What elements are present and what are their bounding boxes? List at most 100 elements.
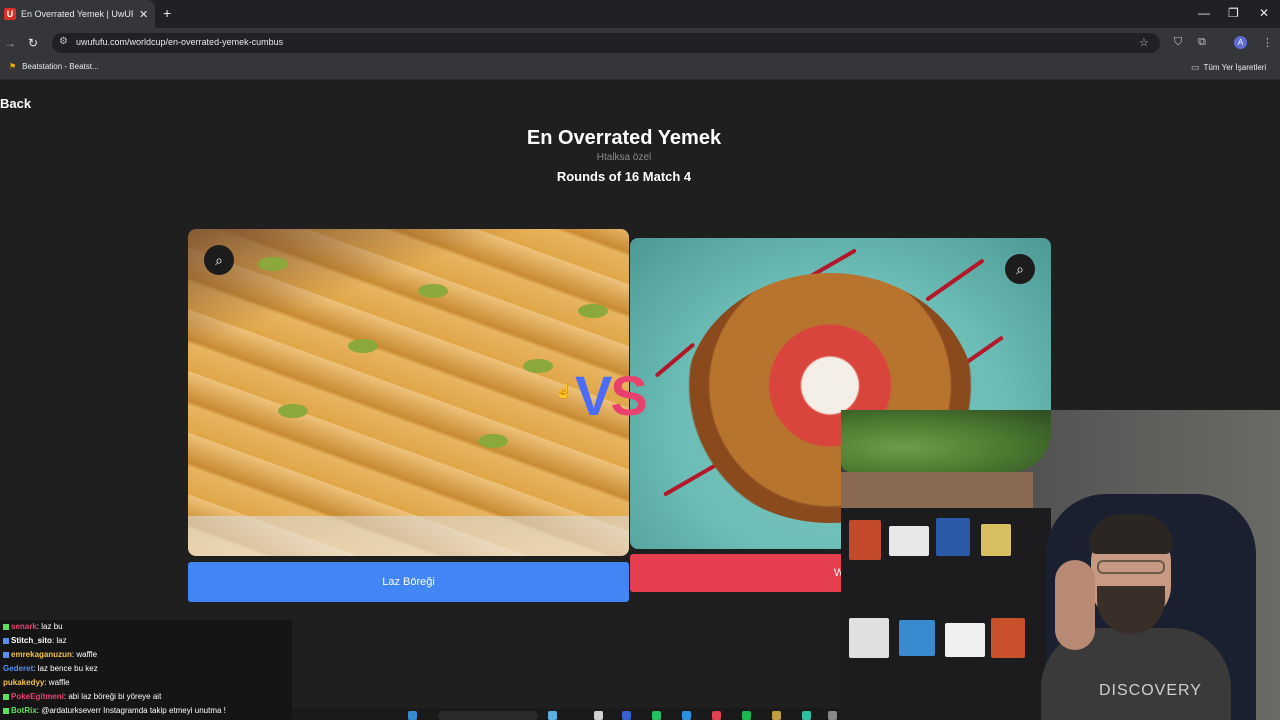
chat-text: : laz — [51, 636, 67, 645]
profile-avatar[interactable]: A — [1234, 36, 1247, 49]
box-item — [889, 526, 929, 556]
tab-bar — [0, 0, 1280, 28]
extensions-puzzle-icon[interactable]: ⧉ — [1198, 36, 1206, 49]
taskbar-search[interactable] — [438, 711, 538, 720]
window-close-icon[interactable]: ✕ — [1259, 6, 1269, 20]
beatstation-favicon-icon: ⚑ — [9, 62, 17, 71]
reload-icon[interactable]: ↻ — [28, 36, 38, 50]
folder-icon: ▭ — [1191, 62, 1200, 72]
bookmark-label: Beatstation - Beatst... — [22, 62, 99, 71]
whatsapp-icon[interactable] — [652, 711, 661, 720]
chat-badge-icon — [3, 693, 9, 700]
hand-cursor-icon: ☝ — [555, 383, 573, 399]
white-plate — [188, 516, 629, 556]
os-taskbar — [292, 708, 841, 720]
uwufufu-favicon-icon: U — [4, 8, 16, 20]
chat-message: Stitch_sito: laz — [3, 636, 67, 645]
shield-extension-icon[interactable]: ⛉ — [1174, 36, 1182, 49]
taskbar-app-icon[interactable] — [682, 711, 691, 720]
shirt-logo-text: DISCOVERY — [1099, 682, 1202, 699]
bookmark-item-beatstation[interactable]: ⚑ Beatstation - Beatst... — [9, 62, 99, 71]
tab-title: En Overrated Yemek | UwUFUFU — [21, 9, 133, 19]
zoom-right-icon[interactable]: ⌕ — [1005, 254, 1035, 284]
streamer-hand — [1055, 560, 1095, 650]
chat-message: senark: laz bu — [3, 622, 63, 631]
bookmark-star-icon[interactable]: ☆ — [1139, 36, 1149, 49]
vs-v-letter: V — [575, 364, 612, 427]
chat-badge-icon — [3, 707, 9, 714]
browser-tab[interactable]: U En Overrated Yemek | UwUFUFU ✕ — [0, 0, 155, 28]
tab-close-icon[interactable]: ✕ — [139, 8, 148, 21]
taskbar-app-icon[interactable] — [772, 711, 781, 720]
pistachio-garnish — [418, 284, 448, 298]
choose-right-button[interactable]: Wa — [630, 554, 842, 592]
url-text[interactable]: uwufufu.com/worldcup/en-overrated-yemek-… — [76, 37, 283, 47]
all-bookmarks-label: Tüm Yer İşaretleri — [1203, 63, 1267, 72]
stream-chat: senark: laz bu Stitch_sito: laz emrekaga… — [0, 620, 292, 720]
box-item — [945, 623, 985, 657]
streamer-glasses — [1097, 560, 1165, 574]
plant-decor — [841, 410, 1051, 472]
chat-message: pukakedyy: waffle — [3, 678, 70, 687]
chat-username: Gederet — [3, 664, 34, 673]
chat-message: PokeEgitmeni: abi laz böreği bi yöreye a… — [3, 692, 161, 701]
taskbar-app-icon[interactable] — [622, 711, 631, 720]
chat-username: emrekaganuzun — [11, 650, 72, 659]
taskbar-app-icon[interactable] — [594, 711, 603, 720]
taskbar-app-icon[interactable] — [802, 711, 811, 720]
pistachio-garnish — [258, 257, 288, 271]
box-item — [981, 524, 1011, 556]
page-subtitle: Htalksa özel — [596, 152, 652, 163]
streamer-hair — [1089, 514, 1173, 554]
site-info-icon[interactable]: ⚙ — [59, 36, 68, 47]
bookmarks-bar — [0, 58, 1280, 80]
round-label: Rounds of 16 Match 4 — [556, 169, 692, 184]
zoom-left-icon[interactable]: ⌕ — [204, 245, 234, 275]
pistachio-garnish — [348, 339, 378, 353]
chat-text: : waffle — [44, 678, 70, 687]
box-item — [991, 618, 1025, 658]
pistachio-garnish — [578, 304, 608, 318]
chat-message: BotRix: @ardaturkseverr Instagramda taki… — [3, 706, 226, 715]
chat-badge-icon — [3, 623, 9, 630]
chat-badge-icon — [3, 637, 9, 644]
chat-text: : abi laz böreği bi yöreye ait — [63, 692, 162, 701]
chat-text: : @ardaturkseverr Instagramda takip etme… — [36, 706, 226, 715]
all-bookmarks-button[interactable]: ▭ Tüm Yer İşaretleri — [1191, 62, 1266, 73]
chat-text: : waffle — [71, 650, 98, 659]
box-item — [936, 518, 970, 556]
menu-kebab-icon[interactable]: ⋮ — [1262, 36, 1273, 49]
pistachio-garnish — [478, 434, 508, 448]
chat-username: BotRix — [11, 706, 37, 715]
chat-text: : laz bu — [36, 622, 63, 631]
collectibles-shelf — [841, 508, 1051, 720]
sauce-drizzle — [925, 258, 985, 302]
chat-badge-icon — [3, 651, 9, 658]
chat-username: Stitch_sito — [11, 636, 52, 645]
windows-start-icon[interactable] — [408, 711, 417, 720]
spotify-icon[interactable] — [742, 711, 751, 720]
new-tab-button[interactable]: + — [163, 5, 171, 21]
vs-label: VS — [575, 363, 648, 428]
page-title: En Overrated Yemek — [526, 127, 722, 149]
chat-username: pukakedyy — [3, 678, 45, 687]
sauce-drizzle — [663, 463, 717, 497]
pistachio-garnish — [523, 359, 553, 373]
vs-s-letter: S — [610, 364, 647, 427]
chat-message: emrekaganuzun: waffle — [3, 650, 97, 659]
minimize-icon[interactable]: — — [1198, 6, 1210, 20]
taskbar-app-icon[interactable] — [828, 711, 837, 720]
chat-username: PokeEgitmeni — [11, 692, 64, 701]
chat-username: senark — [11, 622, 37, 631]
forward-arrow-icon[interactable]: → — [4, 36, 16, 50]
figure-item — [849, 520, 881, 560]
chat-message: Gederet: laz bence bu kez — [3, 664, 98, 673]
restore-icon[interactable]: ❐ — [1228, 6, 1239, 20]
pistachio-garnish — [278, 404, 308, 418]
taskbar-app-icon[interactable] — [712, 711, 721, 720]
back-link[interactable]: Back — [0, 96, 31, 111]
box-item — [899, 620, 935, 656]
box-item — [849, 618, 889, 658]
choose-left-button[interactable]: Laz Böreği — [188, 562, 629, 602]
taskbar-app-icon[interactable] — [548, 711, 557, 720]
